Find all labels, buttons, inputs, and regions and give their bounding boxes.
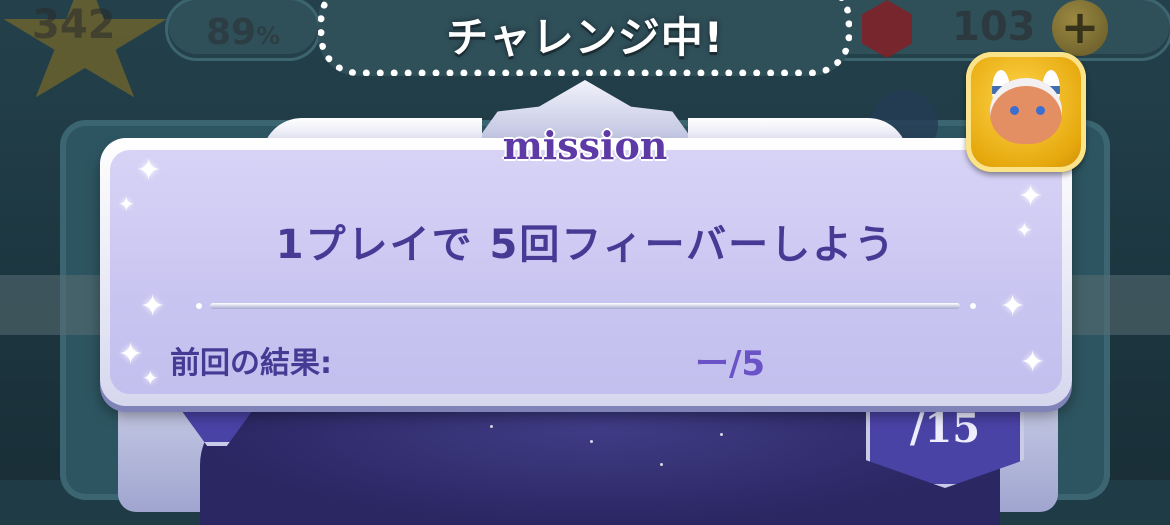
percent-unit: % [256,22,281,50]
character-eye [1010,106,1019,115]
character-icon [990,78,1062,144]
panel-divider [210,303,960,309]
divider-dot [970,303,976,309]
board-star [660,463,663,466]
sparkle-icon: ✦ [1020,345,1046,380]
divider-dot [196,303,202,309]
sparkle-icon: ✦ [118,337,144,372]
gem-count: 103 [952,4,1036,50]
divider-sparkle-right: ✦ [1000,289,1026,324]
sparkle-icon: ✦ [136,153,162,188]
divider-sparkle-left: ✦ [140,289,166,324]
percent-value: 89% [206,12,280,53]
previous-result-label: 前回の結果: [170,346,332,381]
sparkle-icon: ✦ [1018,179,1044,214]
character-eye [1036,106,1045,115]
sparkle-icon: ✦ [142,366,159,390]
plus-icon: + [1060,0,1100,54]
board-badge-text: /15 [909,405,981,452]
board-star [720,433,723,436]
add-gem-button[interactable]: + [1052,0,1108,56]
previous-result-value: ー/5 [694,344,766,384]
board-star [590,440,593,443]
sparkle-icon: ✦ [118,192,135,216]
mission-header: mission [502,123,668,168]
mission-description: 1プレイで 5回フィーバーしよう [275,222,897,268]
star-count: 342 [32,2,116,48]
board-star [490,425,493,428]
challenge-banner-text: チャレンジ中! [446,13,724,62]
percent-number: 89 [206,12,257,53]
